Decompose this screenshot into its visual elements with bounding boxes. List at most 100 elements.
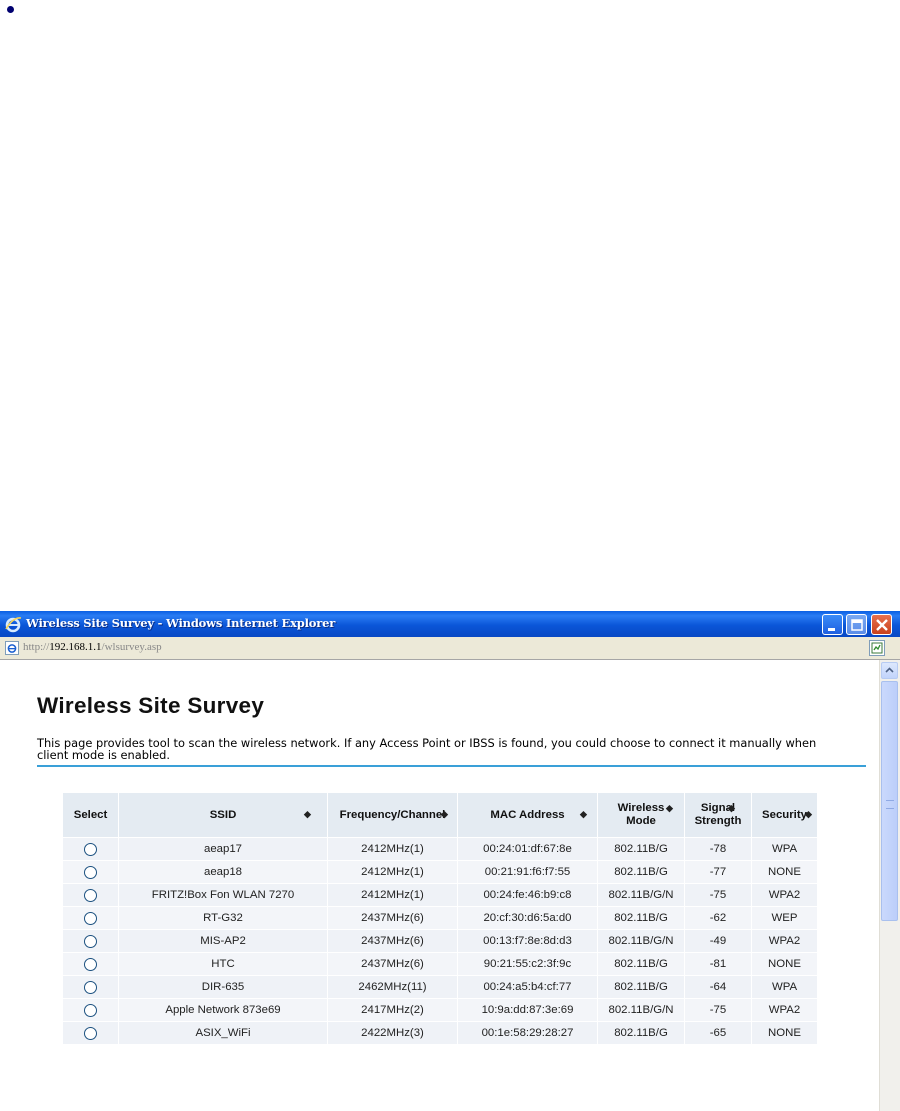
table-row[interactable]: Apple Network 873e69 2417MHz(2) 10:9a:dd… [62,998,818,1022]
security-cell: WEP [751,906,818,930]
select-radio[interactable] [84,934,97,948]
mode-cell: 802.11B/G [597,860,685,884]
address-url[interactable]: http://192.168.1.1/wlsurvey.asp [23,641,162,653]
compat-glyph-icon [871,642,883,654]
title-divider [37,765,866,767]
table-row[interactable]: RT-G32 2437MHz(6) 20:cf:30:d6:5a:d0 802.… [62,906,818,930]
window-title: Wireless Site Survey - Windows Internet … [26,616,336,630]
col-ssid-header[interactable]: SSID ◆ [118,792,328,838]
ssid-cell: aeap17 [118,837,328,861]
ssid-cell: ASIX_WiFi [118,1021,328,1045]
frequency-cell: 2462MHz(11) [327,975,458,999]
table-row[interactable]: aeap18 2412MHz(1) 00:21:91:f6:f7:55 802.… [62,860,818,884]
sort-arrows-icon[interactable]: ◆ [580,809,587,820]
close-icon [876,619,888,631]
mac-cell: 10:9a:dd:87:3e:69 [457,998,598,1022]
col-ssid-label: SSID [209,808,237,821]
mode-cell: 802.11B/G/N [597,883,685,907]
ssid-cell: aeap18 [118,860,328,884]
scroll-up-button[interactable] [881,662,898,679]
mode-cell: 802.11B/G/N [597,929,685,953]
sort-arrows-icon[interactable]: ◆ [728,803,735,814]
security-cell: WPA [751,975,818,999]
security-cell: NONE [751,860,818,884]
security-cell: NONE [751,952,818,976]
select-cell[interactable] [62,929,119,953]
vertical-scrollbar[interactable] [879,660,900,1111]
address-bar[interactable]: http://192.168.1.1/wlsurvey.asp [0,637,900,660]
title-bar: Wireless Site Survey - Windows Internet … [0,611,900,637]
browser-window: Wireless Site Survey - Windows Internet … [0,611,900,1111]
table-row[interactable]: aeap17 2412MHz(1) 00:24:01:df:67:8e 802.… [62,837,818,861]
frequency-cell: 2437MHz(6) [327,906,458,930]
mac-cell: 20:cf:30:d6:5a:d0 [457,906,598,930]
url-path: /wlsurvey.asp [101,641,162,653]
col-frequency-header[interactable]: Frequency/Channel ◆ [327,792,458,838]
mode-cell: 802.11B/G/N [597,998,685,1022]
sort-arrows-icon[interactable]: ◆ [805,809,812,820]
mac-cell: 00:1e:58:29:28:27 [457,1021,598,1045]
frequency-cell: 2412MHz(1) [327,837,458,861]
col-mode-label-2: Mode [626,815,656,827]
ssid-cell: DIR-635 [118,975,328,999]
scroll-thumb[interactable] [881,681,898,921]
maximize-button[interactable] [846,614,867,635]
table-row[interactable]: MIS-AP2 2437MHz(6) 00:13:f7:8e:8d:d3 802… [62,929,818,953]
select-cell[interactable] [62,952,119,976]
select-cell[interactable] [62,1021,119,1045]
security-cell: NONE [751,1021,818,1045]
ssid-cell: MIS-AP2 [118,929,328,953]
mode-cell: 802.11B/G [597,975,685,999]
frequency-cell: 2412MHz(1) [327,883,458,907]
compatibility-view-icon[interactable] [869,640,885,656]
col-security-header[interactable]: Security ◆ [751,792,818,838]
select-cell[interactable] [62,883,119,907]
select-radio[interactable] [84,911,97,925]
maximize-icon [851,619,863,631]
minimize-icon [828,628,835,631]
chevron-up-icon [885,667,894,673]
select-radio[interactable] [84,1026,97,1040]
frequency-cell: 2422MHz(3) [327,1021,458,1045]
close-button[interactable] [871,614,892,635]
select-radio[interactable] [84,957,97,971]
table-row[interactable]: FRITZ!Box Fon WLAN 7270 2412MHz(1) 00:24… [62,883,818,907]
select-cell[interactable] [62,837,119,861]
table-row[interactable]: ASIX_WiFi 2422MHz(3) 00:1e:58:29:28:27 8… [62,1021,818,1045]
table-row[interactable]: HTC 2437MHz(6) 90:21:55:c2:3f:9c 802.11B… [62,952,818,976]
select-cell[interactable] [62,998,119,1022]
select-cell[interactable] [62,975,119,999]
col-mac-header[interactable]: MAC Address ◆ [457,792,598,838]
col-select-header: Select [62,792,119,838]
minimize-button[interactable] [822,614,843,635]
select-radio[interactable] [84,980,97,994]
signal-cell: -78 [684,837,752,861]
sort-arrows-icon[interactable]: ◆ [304,809,311,820]
signal-cell: -75 [684,883,752,907]
col-select-label: Select [73,809,108,821]
signal-cell: -65 [684,1021,752,1045]
mode-cell: 802.11B/G [597,906,685,930]
select-cell[interactable] [62,906,119,930]
col-signal-header[interactable]: Signal Strength ◆ [684,792,752,838]
col-mac-label: MAC Address [490,808,565,821]
select-radio[interactable] [84,865,97,879]
select-radio[interactable] [84,1003,97,1017]
select-radio[interactable] [84,842,97,856]
page-content: Wireless Site Survey This page provides … [0,660,880,1111]
sort-arrows-icon[interactable]: ◆ [666,803,673,814]
sort-arrows-icon[interactable]: ◆ [441,809,448,820]
select-radio[interactable] [84,888,97,902]
url-prefix: http:// [23,641,50,653]
mac-cell: 00:24:a5:b4:cf:77 [457,975,598,999]
security-cell: WPA2 [751,883,818,907]
page-title: Wireless Site Survey [37,693,265,718]
select-cell[interactable] [62,860,119,884]
frequency-cell: 2437MHz(6) [327,952,458,976]
table-row[interactable]: DIR-635 2462MHz(11) 00:24:a5:b4:cf:77 80… [62,975,818,999]
signal-cell: -49 [684,929,752,953]
frequency-cell: 2412MHz(1) [327,860,458,884]
col-mode-header[interactable]: Wireless Mode ◆ [597,792,685,838]
ssid-cell: Apple Network 873e69 [118,998,328,1022]
mac-cell: 90:21:55:c2:3f:9c [457,952,598,976]
